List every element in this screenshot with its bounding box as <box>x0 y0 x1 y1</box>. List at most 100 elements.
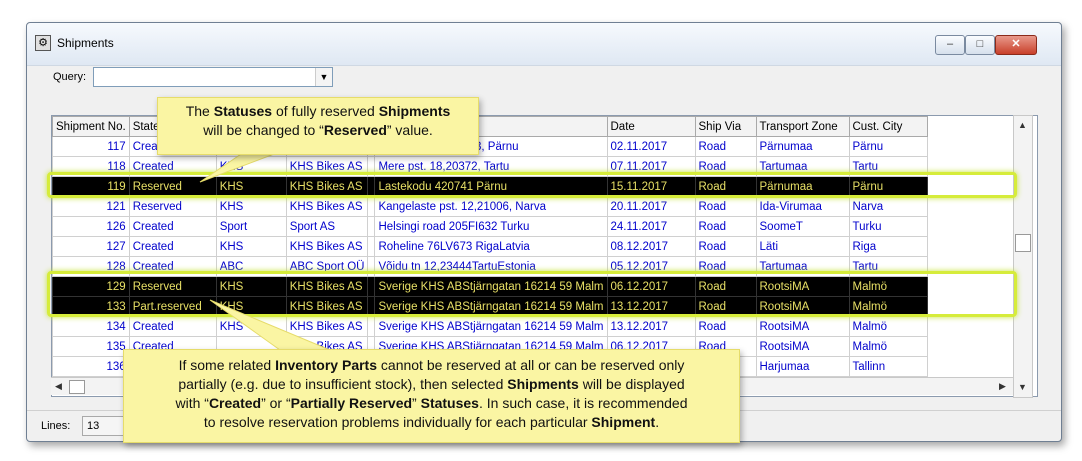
cell-blank[interactable] <box>367 156 376 177</box>
cell-transport-zone[interactable]: Ida-Virumaa <box>755 196 850 217</box>
cell-address[interactable]: Sverige KHS ABStjärngatan 16214 59 Malm <box>374 276 608 297</box>
cell-shipment-no[interactable]: 126 <box>52 216 130 237</box>
table-row[interactable]: 133 Part.reserved KHS KHS Bikes AS Sverige K… <box>52 296 928 317</box>
vertical-scrollbar[interactable]: ▲ ▼ <box>1013 115 1033 398</box>
cell-shipment-no[interactable]: 129 <box>52 276 130 297</box>
cell-site[interactable]: KHS <box>215 176 287 197</box>
cell-cust-city[interactable]: Turku <box>848 216 928 237</box>
cell-blank[interactable] <box>367 296 376 317</box>
cell-state[interactable]: Created <box>128 256 217 277</box>
cell-site[interactable]: ABC <box>215 256 287 277</box>
cell-site[interactable]: KHS <box>215 276 287 297</box>
cell-cust-city[interactable]: Malmö <box>848 276 928 297</box>
cell-blank[interactable] <box>367 316 376 337</box>
cell-customer[interactable]: KHS Bikes AS <box>285 156 369 177</box>
cell-cust-city[interactable]: Malmö <box>848 296 928 317</box>
cell-address[interactable]: Helsingi road 205FI632 Turku <box>374 216 608 237</box>
cell-state[interactable]: Created <box>128 316 217 337</box>
cell-transport-zone[interactable]: Tartumaa <box>755 256 850 277</box>
cell-address[interactable]: Lastekodu 420741 Pärnu <box>374 176 608 197</box>
cell-transport-zone[interactable]: Tartumaa <box>755 156 850 177</box>
cell-shipment-no[interactable]: 127 <box>52 236 130 257</box>
cell-shipment-no[interactable]: 118 <box>52 156 130 177</box>
table-row[interactable]: 118 Created KHS KHS Bikes AS Mere pst. 18,20… <box>52 156 928 177</box>
table-row[interactable]: 129 Reserved KHS KHS Bikes AS Sverige KHS AB… <box>52 276 928 297</box>
cell-site[interactable]: KHS <box>215 236 287 257</box>
cell-transport-zone[interactable]: Pärnumaa <box>755 176 850 197</box>
cell-customer[interactable]: KHS Bikes AS <box>285 196 369 217</box>
cell-customer[interactable]: Sport AS <box>285 216 369 237</box>
cell-transport-zone[interactable]: Pärnumaa <box>755 136 850 157</box>
close-button[interactable]: ✕ <box>995 35 1037 55</box>
cell-blank[interactable] <box>367 256 376 277</box>
cell-shipment-no[interactable]: 121 <box>52 196 130 217</box>
cell-shipment-no[interactable]: 136 <box>52 356 130 377</box>
cell-customer[interactable]: KHS Bikes AS <box>285 236 369 257</box>
query-dropdown[interactable]: ▼ <box>93 67 333 87</box>
cell-address[interactable]: Võidu tn 12,23444TartuEstonia <box>374 256 608 277</box>
cell-ship-via[interactable]: Road <box>694 236 757 257</box>
cell-site[interactable]: KHS <box>215 196 287 217</box>
chevron-down-icon[interactable]: ▼ <box>315 68 332 86</box>
hscroll-thumb[interactable] <box>69 380 85 394</box>
cell-cust-city[interactable]: Malmö <box>848 316 928 337</box>
cell-cust-city[interactable]: Pärnu <box>848 176 928 197</box>
cell-date[interactable]: 06.12.2017 <box>606 276 696 297</box>
cell-ship-via[interactable]: Road <box>694 256 757 277</box>
cell-address[interactable]: Sverige KHS ABStjärngatan 16214 59 Malm <box>374 316 608 337</box>
cell-customer[interactable]: KHS Bikes AS <box>285 316 369 337</box>
scroll-right-icon[interactable]: ▶ <box>999 381 1006 392</box>
cell-date[interactable]: 02.11.2017 <box>606 136 696 157</box>
cell-site[interactable]: KHS <box>215 316 287 337</box>
scroll-left-icon[interactable]: ◀ <box>55 381 62 392</box>
col-header-transport-zone[interactable]: Transport Zone <box>755 116 850 137</box>
cell-blank[interactable] <box>367 196 376 217</box>
table-row[interactable]: 128 Created ABC ABC Sport OÜ Võidu tn 12,234… <box>52 256 928 277</box>
cell-transport-zone[interactable]: SoomeT <box>755 216 850 237</box>
cell-customer[interactable]: KHS Bikes AS <box>285 176 369 197</box>
cell-blank[interactable] <box>367 276 376 297</box>
cell-address[interactable]: Mere pst. 18,20372, Tartu <box>374 156 608 177</box>
cell-state[interactable]: Reserved <box>128 176 217 197</box>
col-header-shipment-no[interactable]: Shipment No. <box>52 116 130 137</box>
cell-cust-city[interactable]: Tartu <box>848 156 928 177</box>
cell-shipment-no[interactable]: 134 <box>52 316 130 337</box>
table-row[interactable]: 127 Created KHS KHS Bikes AS Roheline 76LV67… <box>52 236 928 257</box>
cell-state[interactable]: Reserved <box>128 196 217 217</box>
cell-ship-via[interactable]: Road <box>694 216 757 237</box>
cell-ship-via[interactable]: Road <box>694 176 757 197</box>
cell-site[interactable]: KHS <box>215 296 287 317</box>
cell-state[interactable]: Reserved <box>128 276 217 297</box>
minimize-button[interactable]: – <box>935 35 965 55</box>
cell-customer[interactable]: KHS Bikes AS <box>285 296 369 317</box>
cell-date[interactable]: 07.11.2017 <box>606 156 696 177</box>
cell-transport-zone[interactable]: RootsiMA <box>755 296 850 317</box>
cell-address[interactable]: Kangelaste pst. 12,21006, Narva <box>374 196 608 217</box>
cell-transport-zone[interactable]: RootsiMA <box>755 316 850 337</box>
cell-cust-city[interactable]: Narva <box>848 196 928 217</box>
cell-transport-zone[interactable]: Harjumaa <box>755 356 850 377</box>
cell-state[interactable]: Part.reserved <box>128 296 217 317</box>
table-row[interactable]: 134 Created KHS KHS Bikes AS Sverige KHS ABS… <box>52 316 928 337</box>
cell-date[interactable]: 13.12.2017 <box>606 316 696 337</box>
cell-date[interactable]: 05.12.2017 <box>606 256 696 277</box>
cell-ship-via[interactable]: Road <box>694 156 757 177</box>
cell-ship-via[interactable]: Road <box>694 316 757 337</box>
cell-state[interactable]: Created <box>128 216 217 237</box>
table-row[interactable]: 119 Reserved KHS KHS Bikes AS Lastekodu 4207… <box>52 176 928 197</box>
cell-ship-via[interactable]: Road <box>694 136 757 157</box>
cell-ship-via[interactable]: Road <box>694 276 757 297</box>
cell-shipment-no[interactable]: 128 <box>52 256 130 277</box>
cell-transport-zone[interactable]: RootsiMA <box>755 276 850 297</box>
cell-date[interactable]: 15.11.2017 <box>606 176 696 197</box>
cell-cust-city[interactable]: Pärnu <box>848 136 928 157</box>
scroll-thumb[interactable] <box>1015 234 1031 252</box>
cell-ship-via[interactable]: Road <box>694 196 757 217</box>
cell-state[interactable]: Created <box>128 156 217 177</box>
cell-address[interactable]: Sverige KHS ABStjärngatan 16214 59 Malm <box>374 296 608 317</box>
table-row[interactable]: 121 Reserved KHS KHS Bikes AS Kangelaste pst… <box>52 196 928 217</box>
cell-cust-city[interactable]: Malmö <box>848 336 928 357</box>
maximize-button[interactable]: □ <box>965 35 995 55</box>
cell-date[interactable]: 20.11.2017 <box>606 196 696 217</box>
cell-blank[interactable] <box>367 176 376 197</box>
